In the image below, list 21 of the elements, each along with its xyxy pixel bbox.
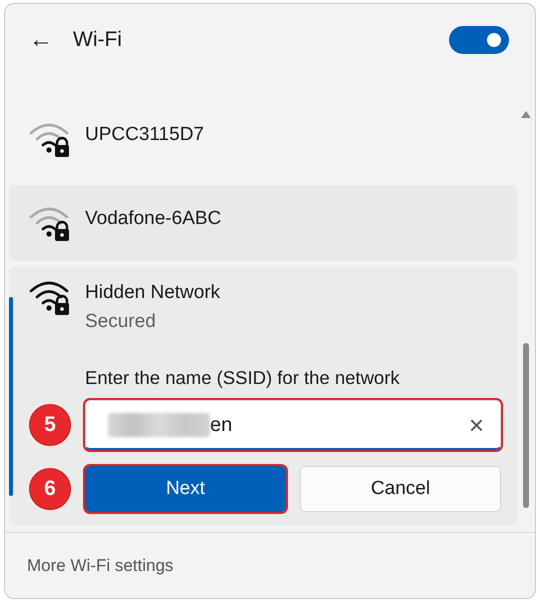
ssid-field[interactable]: en ×: [85, 400, 501, 450]
settings-link[interactable]: More Wi-Fi settings: [27, 552, 174, 578]
network-item[interactable]: Hidden Network Secured Enter the name (SSID) for the network 5 en × 6 Next Cancel: [9, 267, 517, 526]
network-status: Secured: [85, 310, 157, 334]
panel-title: Wi-Fi: [73, 27, 123, 54]
network-item[interactable]: Vodafone-6ABC: [9, 185, 517, 262]
network-name: Vodafone-6ABC: [85, 207, 222, 232]
network-item[interactable]: UPCC3115D7: [9, 98, 517, 180]
cancel-button[interactable]: Cancel: [300, 466, 501, 512]
field-label: Enter the name (SSID) for the network: [85, 366, 401, 390]
scrollbar-thumb[interactable]: [523, 343, 529, 508]
back-button[interactable]: ←: [27, 28, 55, 52]
network-name: UPCC3115D7: [85, 122, 204, 147]
wifi-toggle[interactable]: [449, 26, 509, 54]
field-value: en: [210, 412, 234, 438]
scroll-up-icon[interactable]: [521, 111, 531, 118]
clear-button[interactable]: ×: [462, 412, 490, 438]
step-marker: 6: [29, 468, 71, 510]
next-button[interactable]: Next: [85, 466, 286, 512]
network-name: Hidden Network: [85, 281, 220, 306]
step-marker: 5: [29, 404, 71, 446]
